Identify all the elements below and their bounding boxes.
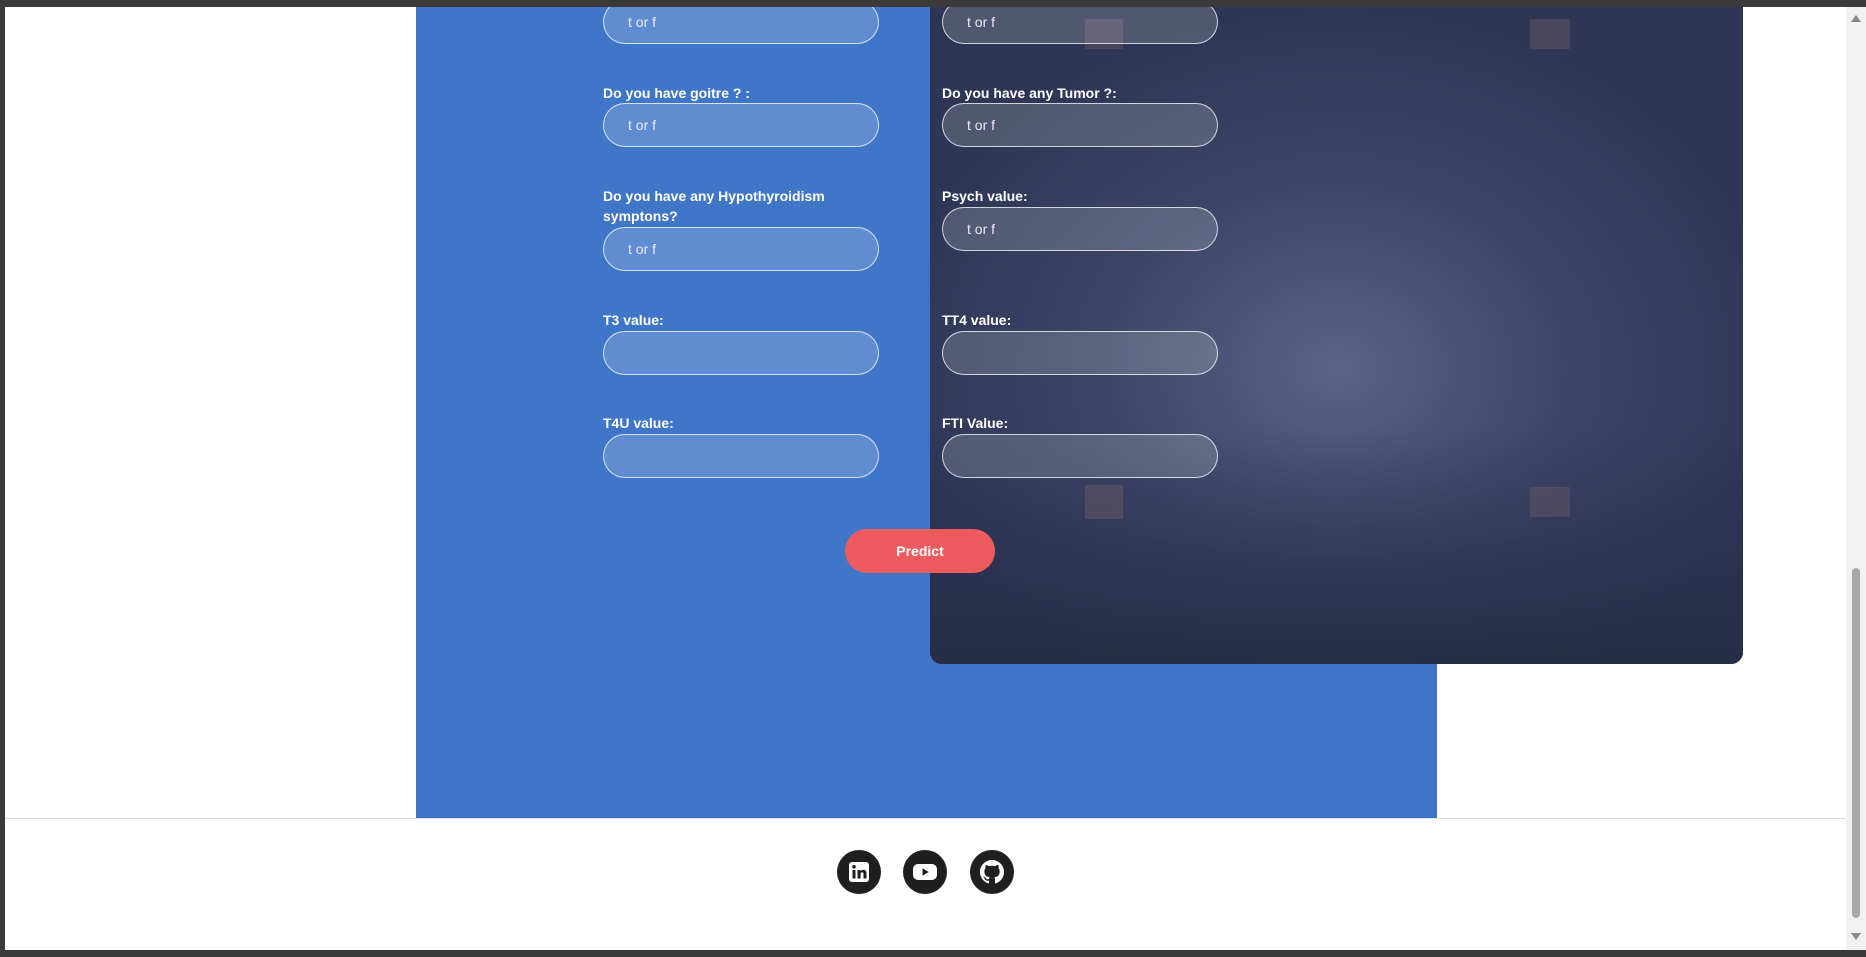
- linkedin-icon: [849, 862, 869, 882]
- linkedin-link[interactable]: [837, 850, 881, 894]
- t3-input[interactable]: [603, 331, 879, 375]
- t4u-input[interactable]: [603, 434, 879, 478]
- scroll-thumb[interactable]: [1852, 568, 1860, 918]
- fti-input[interactable]: [942, 434, 1218, 478]
- goitre-label: Do you have goitre ? :: [603, 85, 751, 101]
- psych-label: Psych value:: [942, 188, 1028, 204]
- main-panel: [416, 7, 1743, 818]
- tumor-input[interactable]: [942, 103, 1218, 147]
- t4u-label: T4U value:: [603, 415, 674, 431]
- vertical-scrollbar[interactable]: [1846, 7, 1866, 950]
- t3-label: T3 value:: [603, 312, 664, 328]
- youtube-link[interactable]: [903, 850, 947, 894]
- field-input-1[interactable]: [603, 7, 879, 44]
- youtube-icon: [913, 864, 937, 880]
- github-icon: [980, 860, 1004, 884]
- hypothyroidism-input[interactable]: [603, 227, 879, 271]
- goitre-input[interactable]: [603, 103, 879, 147]
- field-input-2[interactable]: [942, 7, 1218, 44]
- page-viewport: Do you have goitre ? : Do you have any T…: [5, 7, 1846, 950]
- tt4-label: TT4 value:: [942, 312, 1012, 328]
- tumor-label: Do you have any Tumor ?:: [942, 85, 1117, 101]
- scroll-up-arrow-icon[interactable]: [1851, 15, 1861, 22]
- hypothyroidism-label: Do you have any Hypothyroidism symptons?: [603, 188, 825, 224]
- fti-label: FTI Value:: [942, 415, 1009, 431]
- psych-input[interactable]: [942, 207, 1218, 251]
- predict-button[interactable]: Predict: [845, 529, 995, 573]
- scroll-down-arrow-icon[interactable]: [1851, 933, 1861, 940]
- tt4-input[interactable]: [942, 331, 1218, 375]
- github-link[interactable]: [970, 850, 1014, 894]
- footer-divider: [5, 818, 1846, 819]
